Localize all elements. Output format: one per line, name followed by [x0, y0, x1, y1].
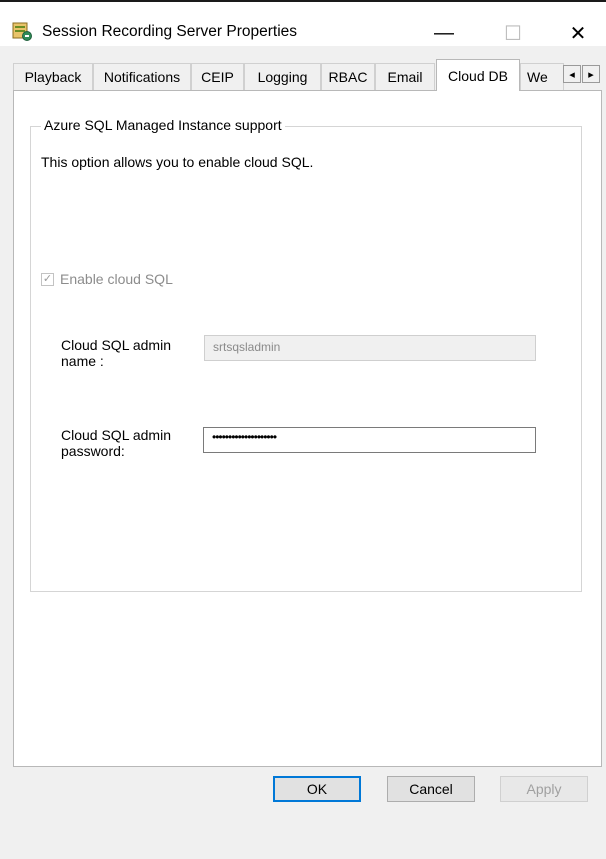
admin-name-label-line2: name :	[61, 353, 104, 369]
chevron-left-icon: ◂	[569, 68, 575, 81]
groupbox-legend: Azure SQL Managed Instance support	[41, 117, 285, 133]
tab-email[interactable]: Email	[375, 63, 435, 90]
tab-strip: Playback Notifications CEIP Logging RBAC…	[13, 59, 593, 91]
enable-cloud-sql-label: Enable cloud SQL	[60, 271, 173, 287]
chevron-right-icon: ▸	[588, 68, 594, 81]
tab-ceip[interactable]: CEIP	[191, 63, 244, 90]
admin-password-label-line1: Cloud SQL admin	[61, 427, 171, 443]
ok-button[interactable]: OK	[273, 776, 361, 802]
tab-web[interactable]: We	[520, 63, 564, 90]
server-properties-app-icon	[12, 22, 32, 41]
tab-scroll-buttons: ◂ ▸	[563, 65, 601, 83]
minimize-button[interactable]: —	[421, 16, 467, 50]
close-button[interactable]: ✕	[555, 16, 601, 50]
admin-password-label: Cloud SQL admin password:	[61, 427, 201, 459]
description-text: This option allows you to enable cloud S…	[41, 154, 314, 170]
cloud-db-tab-panel: Azure SQL Managed Instance support This …	[13, 90, 602, 767]
admin-name-label-line1: Cloud SQL admin	[61, 337, 171, 353]
maximize-button[interactable]: ☐	[490, 16, 536, 50]
cancel-button[interactable]: Cancel	[387, 776, 475, 802]
tab-rbac[interactable]: RBAC	[321, 63, 375, 90]
title-bar[interactable]: Session Recording Server Properties — ☐ …	[0, 2, 606, 46]
apply-button[interactable]: Apply	[500, 776, 588, 802]
tab-notifications[interactable]: Notifications	[93, 63, 191, 90]
tab-playback[interactable]: Playback	[13, 63, 93, 90]
tab-scroll-left-button[interactable]: ◂	[563, 65, 581, 83]
checkbox-box[interactable]: ✓	[41, 272, 54, 286]
tab-logging[interactable]: Logging	[244, 63, 321, 90]
window-title: Session Recording Server Properties	[42, 23, 298, 40]
admin-name-field[interactable]: srtsqsladmin	[204, 335, 536, 361]
admin-password-field[interactable]: ••••••••••••••••••••	[203, 427, 536, 453]
azure-sql-groupbox: Azure SQL Managed Instance support This …	[30, 117, 582, 592]
checkmark-icon: ✓	[42, 272, 53, 285]
tab-cloud-db[interactable]: Cloud DB	[436, 59, 520, 91]
admin-name-label: Cloud SQL admin name :	[61, 337, 201, 369]
admin-password-label-line2: password:	[61, 443, 125, 459]
tab-scroll-right-button[interactable]: ▸	[582, 65, 600, 83]
enable-cloud-sql-checkbox[interactable]: ✓ Enable cloud SQL	[41, 271, 173, 287]
